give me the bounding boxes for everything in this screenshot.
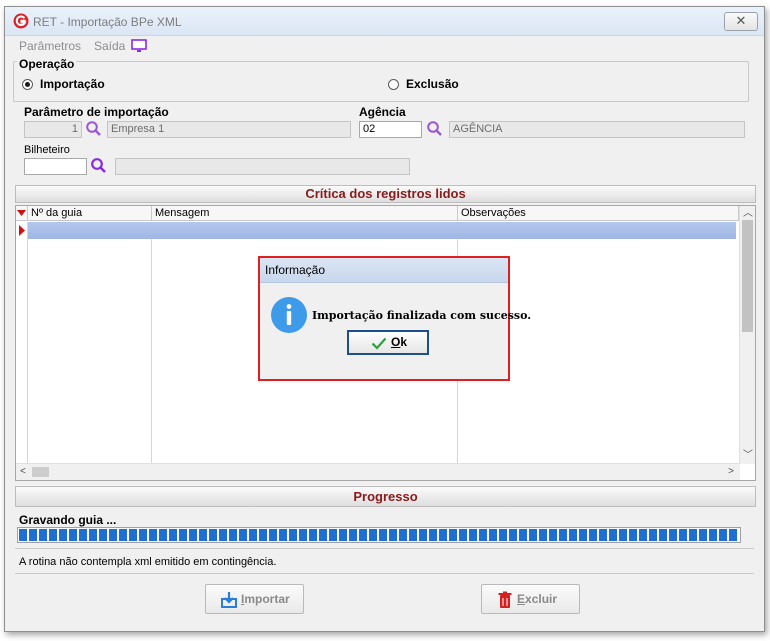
import-param-label: Parâmetro de importação: [24, 105, 169, 119]
scroll-down-icon[interactable]: ﹀: [743, 451, 753, 461]
agency-name-text: AGÊNCIA: [453, 123, 503, 135]
column-header-mensagem[interactable]: Mensagem: [152, 206, 458, 221]
vertical-scroll-thumb[interactable]: [742, 220, 753, 332]
horizontal-scroll-thumb[interactable]: [32, 467, 49, 477]
radio-importacao[interactable]: [22, 79, 33, 90]
dialog-title: Informação: [260, 258, 508, 283]
search-icon[interactable]: [85, 120, 103, 138]
monitor-icon[interactable]: [131, 39, 147, 53]
ok-button[interactable]: Ok: [347, 330, 429, 355]
radio-importacao-label: Importação: [40, 77, 105, 91]
scroll-up-icon[interactable]: ︿: [743, 209, 753, 219]
ticket-agent-label: Bilheteiro: [24, 144, 70, 156]
progress-bar-fill: [19, 529, 739, 541]
menu-parametros[interactable]: Parâmetros: [19, 39, 81, 53]
window-title: RET - Importação BPe XML: [33, 15, 182, 29]
import-param-name-field: Empresa 1: [107, 121, 351, 138]
ticket-agent-name-field: [115, 158, 410, 175]
scroll-right-icon[interactable]: >: [728, 467, 734, 477]
horizontal-scrollbar[interactable]: < >: [16, 463, 740, 480]
close-icon: ✕: [735, 13, 747, 28]
column-header-guia[interactable]: Nº da guia: [28, 206, 152, 221]
row-indicator-column: [16, 222, 28, 463]
agency-code-field[interactable]: 02: [359, 121, 422, 138]
contingency-note: A rotina não contempla xml emitido em co…: [19, 556, 277, 568]
sort-down-icon: [17, 210, 26, 216]
search-icon[interactable]: [426, 120, 444, 138]
column-header-observacoes[interactable]: Observações: [458, 206, 739, 221]
agency-label: Agência: [359, 105, 406, 119]
import-button[interactable]: Importar: [205, 584, 304, 614]
menu-saida[interactable]: Saída: [94, 39, 125, 53]
close-button[interactable]: ✕: [724, 12, 758, 31]
dialog-message: Importação finalizada com sucesso.: [312, 309, 532, 322]
operation-legend: Operação: [17, 57, 77, 71]
agency-name-field: AGÊNCIA: [449, 121, 745, 138]
operation-group: [13, 61, 749, 102]
delete-button[interactable]: Excluir: [481, 584, 580, 614]
records-section-title: Crítica dos registros lidos: [15, 185, 756, 203]
checkmark-icon: [371, 337, 387, 350]
import-icon: [221, 592, 237, 608]
row-indicator-header: [16, 206, 28, 221]
progress-section-title: Progresso: [15, 486, 756, 507]
current-row-marker-icon: [19, 225, 25, 236]
radio-exclusao[interactable]: [388, 79, 399, 90]
scroll-left-icon[interactable]: <: [20, 467, 26, 477]
ok-button-label: Ok: [391, 335, 408, 349]
column-guia: [28, 222, 152, 463]
ticket-agent-code-field[interactable]: [24, 158, 87, 175]
progress-status: Gravando guia ...: [19, 513, 117, 527]
table-row[interactable]: [28, 222, 736, 239]
info-icon: [271, 297, 307, 333]
search-icon[interactable]: [90, 157, 108, 175]
divider: [15, 573, 754, 574]
title-bar: RET - Importação BPe XML ✕: [5, 7, 764, 36]
vertical-scrollbar[interactable]: ︿ ﹀: [739, 206, 755, 464]
delete-button-label: Excluir: [517, 592, 558, 606]
radio-exclusao-label: Exclusão: [406, 77, 459, 91]
import-button-label: Importar: [241, 592, 290, 606]
trash-icon: [498, 591, 512, 608]
divider: [15, 548, 754, 549]
import-param-code-field[interactable]: 1: [24, 121, 82, 138]
info-dialog: Informação Importação finalizada com suc…: [258, 256, 531, 381]
menu-bar: Parâmetros Saída: [5, 36, 764, 55]
app-logo-icon: [13, 13, 29, 29]
progress-bar: [17, 527, 741, 543]
